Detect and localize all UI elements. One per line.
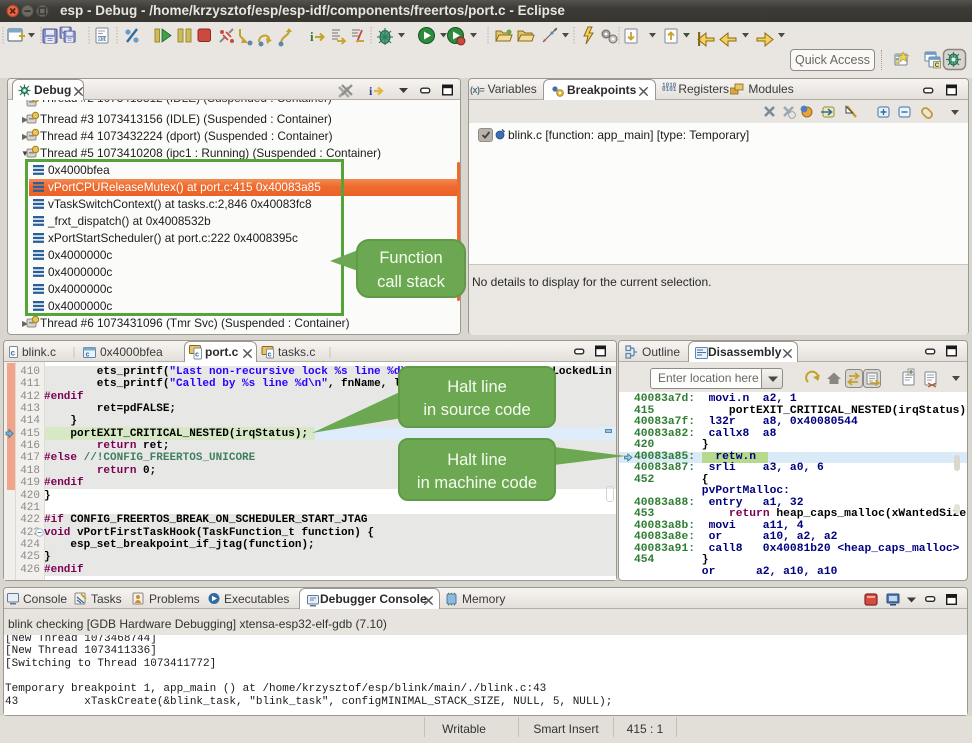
svg-text:c: c [268,352,272,360]
svg-text:c: c [11,350,16,359]
svg-text:010: 010 [98,36,108,43]
svg-text:c: c [195,352,199,360]
svg-text:C: C [935,63,940,69]
svg-text:i: i [310,29,314,44]
svg-text:c: c [86,352,90,360]
svg-text:i: i [369,84,373,98]
